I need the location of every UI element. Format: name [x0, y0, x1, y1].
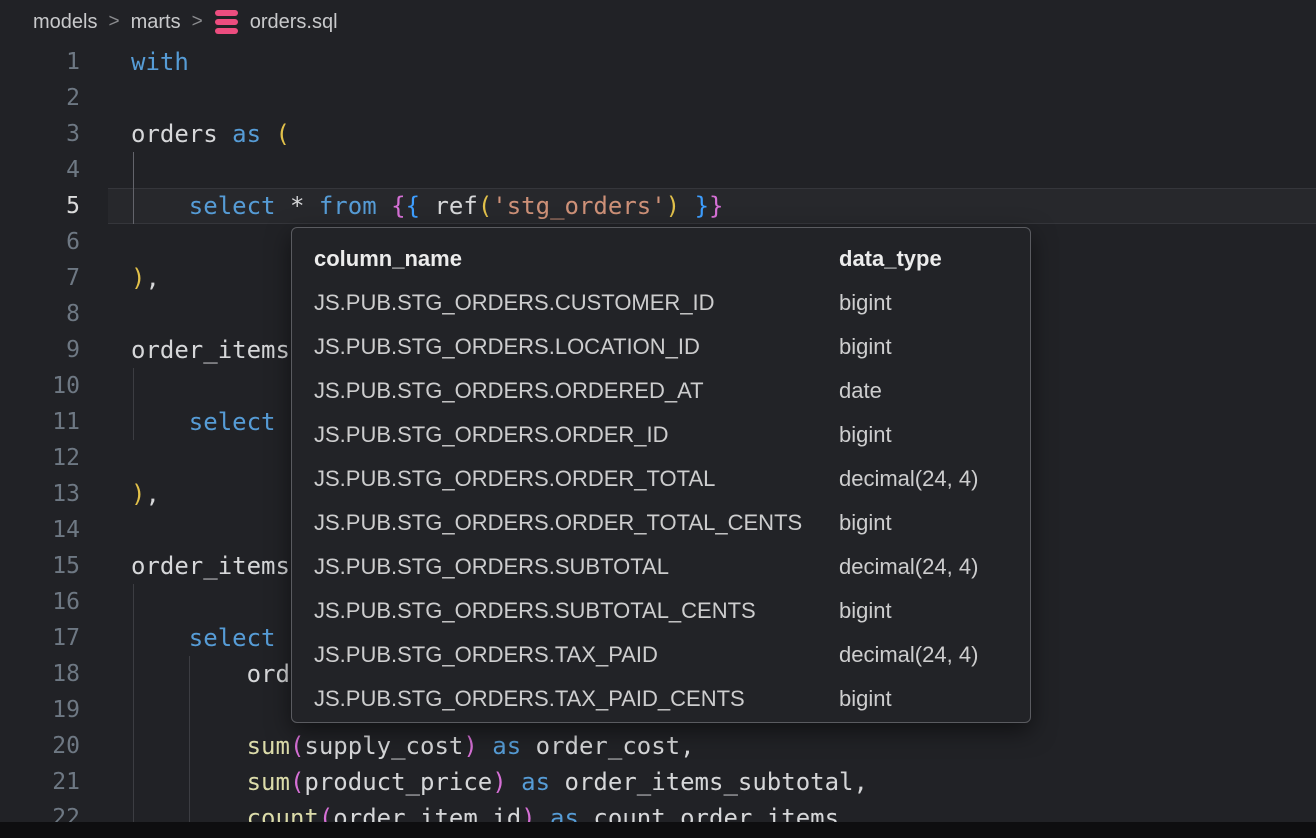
line-number[interactable]: 22	[0, 800, 80, 822]
popup-data-type: date	[839, 369, 882, 413]
popup-column-name: JS.PUB.STG_ORDERS.ORDER_TOTAL	[314, 457, 715, 501]
code-line-22[interactable]: 22 count(order_item_id) as count_order_i…	[0, 800, 1316, 822]
popup-data-type: bigint	[839, 281, 892, 325]
popup-column-name: JS.PUB.STG_ORDERS.TAX_PAID_CENTS	[314, 677, 745, 721]
popup-row: JS.PUB.STG_ORDERS.SUBTOTAL decimal(24, 4)	[292, 545, 1030, 589]
line-number[interactable]: 18	[0, 656, 80, 692]
line-content	[80, 584, 131, 620]
line-number[interactable]: 9	[0, 332, 80, 368]
line-number[interactable]: 17	[0, 620, 80, 656]
popup-column-name: JS.PUB.STG_ORDERS.SUBTOTAL_CENTS	[314, 589, 756, 633]
popup-column-name: JS.PUB.STG_ORDERS.ORDERED_AT	[314, 369, 704, 413]
line-number[interactable]: 4	[0, 152, 80, 188]
popup-header-column-name: column_name	[314, 244, 462, 274]
chevron-right-icon: >	[192, 11, 203, 33]
breadcrumb-file-name[interactable]: orders.sql	[250, 11, 338, 34]
line-number[interactable]: 21	[0, 764, 80, 800]
popup-row: JS.PUB.STG_ORDERS.ORDER_TOTAL decimal(24,…	[292, 457, 1030, 501]
popup-column-name: JS.PUB.STG_ORDERS.LOCATION_ID	[314, 325, 700, 369]
code-line-20[interactable]: 20 sum(supply_cost) as order_cost,	[0, 728, 1316, 764]
line-number[interactable]: 7	[0, 260, 80, 296]
line-number[interactable]: 6	[0, 224, 80, 260]
popup-row: JS.PUB.STG_ORDERS.LOCATION_ID bigint	[292, 325, 1030, 369]
popup-rows: JS.PUB.STG_ORDERS.CUSTOMER_IDbigintJS.PU…	[292, 281, 1030, 721]
bottom-panel-edge	[0, 822, 1316, 838]
line-content: ord	[80, 656, 290, 692]
line-number[interactable]: 3	[0, 116, 80, 152]
popup-data-type: bigint	[839, 325, 892, 369]
popup-row: JS.PUB.STG_ORDERS.TAX_PAID_CENTS bigint	[292, 677, 1030, 721]
line-content: orders as (	[80, 116, 290, 152]
line-number[interactable]: 2	[0, 80, 80, 116]
code-line-3[interactable]: 3orders as (	[0, 116, 1316, 152]
line-number[interactable]: 10	[0, 368, 80, 404]
popup-column-name: JS.PUB.STG_ORDERS.SUBTOTAL	[314, 545, 669, 589]
line-number[interactable]: 15	[0, 548, 80, 584]
column-info-popup: column_name data_type JS.PUB.STG_ORDERS.…	[291, 227, 1031, 723]
line-content: select	[80, 404, 276, 440]
line-content: sum(product_price) as order_items_subtot…	[80, 764, 868, 800]
code-line-1[interactable]: 1with	[0, 44, 1316, 80]
line-content: ),	[80, 476, 160, 512]
popup-row: JS.PUB.STG_ORDERS.ORDERED_AT date	[292, 369, 1030, 413]
popup-data-type: bigint	[839, 589, 892, 633]
breadcrumb-item-models[interactable]: models	[33, 11, 97, 34]
line-content: ),	[80, 260, 160, 296]
popup-data-type: bigint	[839, 501, 892, 545]
line-content	[80, 224, 131, 260]
popup-row: JS.PUB.STG_ORDERS.TAX_PAID decimal(24, 4)	[292, 633, 1030, 677]
popup-column-name: JS.PUB.STG_ORDERS.TAX_PAID	[314, 633, 658, 677]
popup-data-type: decimal(24, 4)	[839, 457, 978, 501]
line-number[interactable]: 19	[0, 692, 80, 728]
popup-data-type: bigint	[839, 413, 892, 457]
code-line-5[interactable]: 5 select * from {{ ref('stg_orders') }}	[0, 188, 1316, 224]
popup-column-name: JS.PUB.STG_ORDERS.ORDER_TOTAL_CENTS	[314, 501, 802, 545]
line-content: select	[80, 620, 276, 656]
line-number[interactable]: 16	[0, 584, 80, 620]
line-number[interactable]: 20	[0, 728, 80, 764]
line-content: sum(supply_cost) as order_cost,	[80, 728, 695, 764]
breadcrumb-item-marts[interactable]: marts	[131, 11, 181, 34]
line-number[interactable]: 5	[0, 188, 80, 224]
line-content: select * from {{ ref('stg_orders') }}	[80, 188, 723, 224]
popup-row: JS.PUB.STG_ORDERS.CUSTOMER_ID bigint	[292, 281, 1030, 325]
popup-header-data-type: data_type	[839, 244, 942, 274]
database-icon	[215, 10, 238, 35]
line-number[interactable]: 12	[0, 440, 80, 476]
line-content	[80, 440, 131, 476]
popup-data-type: bigint	[839, 677, 892, 721]
line-content: order_items	[80, 548, 290, 584]
popup-row: JS.PUB.STG_ORDERS.SUBTOTAL_CENTS bigint	[292, 589, 1030, 633]
line-content: count(order_item_id) as count_order_item…	[80, 800, 839, 822]
chevron-right-icon: >	[108, 11, 119, 33]
line-number[interactable]: 1	[0, 44, 80, 80]
popup-row: JS.PUB.STG_ORDERS.ORDER_ID bigint	[292, 413, 1030, 457]
popup-column-name: JS.PUB.STG_ORDERS.CUSTOMER_ID	[314, 281, 715, 325]
line-content: order_items	[80, 332, 290, 368]
code-line-2[interactable]: 2	[0, 80, 1316, 116]
line-number[interactable]: 11	[0, 404, 80, 440]
popup-data-type: decimal(24, 4)	[839, 545, 978, 589]
line-content	[80, 152, 131, 188]
line-number[interactable]: 14	[0, 512, 80, 548]
code-line-4[interactable]: 4	[0, 152, 1316, 188]
breadcrumb: models > marts > orders.sql	[0, 0, 1316, 44]
line-content	[80, 80, 131, 116]
popup-column-name: JS.PUB.STG_ORDERS.ORDER_ID	[314, 413, 669, 457]
line-content: with	[80, 44, 189, 80]
line-content	[80, 368, 131, 404]
line-number[interactable]: 13	[0, 476, 80, 512]
line-content	[80, 296, 131, 332]
popup-data-type: decimal(24, 4)	[839, 633, 978, 677]
line-number[interactable]: 8	[0, 296, 80, 332]
line-content	[80, 512, 131, 548]
popup-header-row: column_name data_type	[292, 244, 1030, 274]
line-content	[80, 692, 131, 728]
code-line-21[interactable]: 21 sum(product_price) as order_items_sub…	[0, 764, 1316, 800]
popup-row: JS.PUB.STG_ORDERS.ORDER_TOTAL_CENTS bigin…	[292, 501, 1030, 545]
